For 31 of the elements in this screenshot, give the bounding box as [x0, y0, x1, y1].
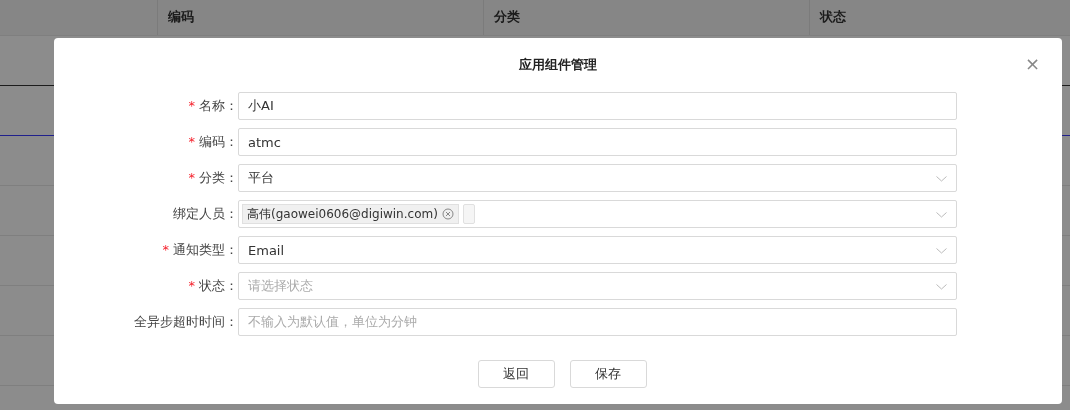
select-field[interactable]: 平台: [238, 164, 957, 192]
field-label: 全异步超时时间：: [134, 314, 238, 329]
caret-icon: [936, 176, 947, 182]
field-label: 状态：: [199, 278, 238, 293]
required-mark: *: [162, 242, 169, 257]
field-label: 通知类型：: [173, 242, 238, 257]
field-label: 编码：: [199, 134, 238, 149]
tag-input[interactable]: [462, 204, 475, 224]
required-mark: *: [188, 98, 195, 113]
caret-icon: [936, 248, 947, 254]
required-mark: *: [188, 278, 195, 293]
tag-label: 高伟(gaowei0606@digiwin.com): [247, 205, 438, 223]
required-mark: *: [188, 134, 195, 149]
remove-icon[interactable]: [441, 208, 454, 220]
column-header: 分类: [494, 9, 520, 24]
field-label: 分类：: [199, 170, 238, 185]
save-button[interactable]: 保存: [569, 360, 647, 388]
close-button[interactable]: ×: [1020, 52, 1044, 76]
field-label: 名称：: [199, 98, 238, 113]
caret-icon: [936, 284, 947, 290]
input-field[interactable]: atmc: [238, 128, 957, 156]
required-mark: *: [188, 170, 195, 185]
select-field[interactable]: 高伟(gaowei0606@digiwin.com): [238, 200, 957, 228]
caret-icon: [936, 212, 947, 218]
column-header: 编码: [168, 9, 194, 24]
back-button[interactable]: 返回: [477, 360, 555, 388]
dialog-title: 应用组件管理: [519, 56, 597, 74]
select-field[interactable]: Email: [238, 236, 957, 264]
column-header: 状态: [820, 9, 846, 24]
field-label: 绑定人员：: [173, 206, 238, 221]
input-field[interactable]: 小AI: [238, 92, 957, 120]
